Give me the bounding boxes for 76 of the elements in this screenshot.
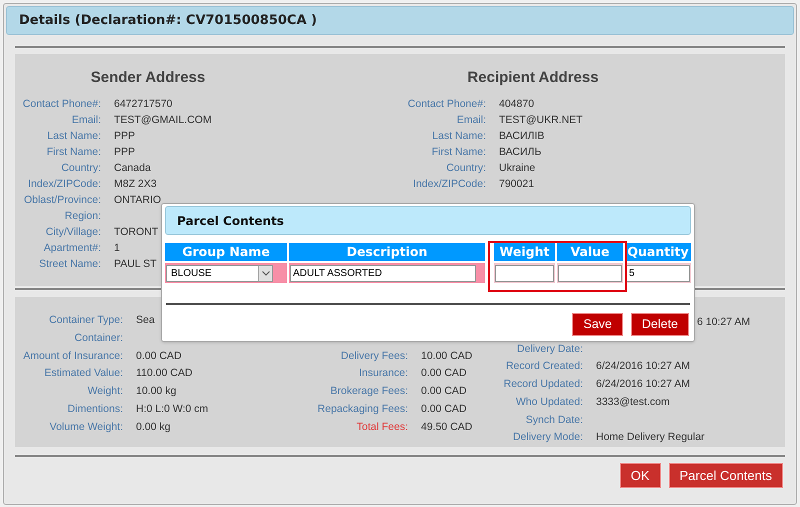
field-value: 0.00 CAD — [421, 384, 467, 400]
field-value: TORONT — [114, 225, 158, 240]
field-value: ONTARIO — [114, 193, 162, 208]
field-value: 3333@test.com — [596, 394, 670, 410]
field-label: Index/ZIPCode: — [28, 178, 101, 190]
field-value: PAUL ST — [114, 257, 157, 272]
dialog-title: Details (Declaration#: CV701500850CA ) — [19, 12, 317, 30]
field-label: Region: — [64, 210, 101, 222]
column-header: Group Name — [165, 243, 287, 261]
column-header: Weight — [494, 243, 555, 261]
field-value: 10.00 kg — [136, 384, 176, 400]
field-label: Street Name: — [39, 258, 101, 270]
field-value: 6/24/2016 10:27 AM — [596, 359, 690, 374]
field-label: Total Fees: — [356, 420, 408, 433]
field-value: 0.00 CAD — [421, 402, 467, 417]
field-label: Dimentions: — [68, 403, 123, 415]
field-value: 110.00 CAD — [136, 366, 192, 382]
column-header: Value — [557, 243, 623, 261]
field-value: 0.00 kg — [136, 420, 170, 435]
field-label: Who Updated: — [516, 396, 583, 408]
field-label: City/Village: — [46, 226, 101, 238]
field-label: Apartment#: — [44, 242, 101, 254]
field-label: Weight: — [88, 385, 123, 398]
field-value: Home Delivery Regular — [596, 430, 705, 446]
field-value: TEST@UKR.NET — [499, 113, 583, 128]
field-label: Delivery Mode: — [512, 431, 583, 444]
field-value: Ukraine — [499, 161, 536, 176]
field-label: Contact Phone#: — [408, 98, 486, 110]
field-value: 790021 — [499, 177, 534, 192]
section-heading: Sender Address — [90, 69, 206, 86]
field-value: 49.50 CAD — [421, 420, 472, 435]
field-label: Synch Date: — [526, 414, 583, 426]
field-value: Sea — [136, 313, 155, 328]
field-value: 1 — [114, 241, 120, 256]
field-value: H:0 L:0 W:0 cm — [136, 402, 208, 417]
field-label: Country: — [446, 162, 486, 174]
field-label: Email: — [72, 114, 101, 126]
field-label: Last Name: — [432, 130, 486, 142]
field-label: Last Name: — [47, 130, 101, 142]
field-value: ВАСИЛЬ — [499, 145, 542, 160]
field-value: Canada — [114, 161, 151, 176]
field-value: 0.00 CAD — [136, 348, 182, 364]
field-label: Index/ZIPCode: — [413, 178, 486, 190]
field-value: PPP — [114, 129, 136, 144]
field-label: Delivery Date: — [517, 342, 583, 355]
field-label: Country: — [61, 162, 101, 174]
field-label: Email: — [456, 114, 486, 126]
section-heading: Recipient Address — [467, 69, 599, 86]
field-value: M8Z 2X3 — [114, 177, 157, 192]
field-value: 0.00 CAD — [421, 366, 467, 382]
field-label: First Name: — [432, 146, 486, 158]
field-label: Brokerage Fees: — [330, 385, 408, 398]
field-label: Contact Phone#: — [22, 98, 101, 110]
field-label: Oblast/Province: — [24, 194, 101, 206]
field-value: 10.00 CAD — [421, 348, 472, 364]
column-header: Description — [289, 243, 485, 261]
parcel-title: Parcel Contents — [177, 212, 284, 230]
field-value: PPP — [114, 145, 136, 160]
field-label: Container Type: — [49, 314, 123, 326]
field-value: TEST@GMAIL.COM — [114, 113, 212, 128]
field-label: Record Created: — [506, 360, 583, 372]
field-value: 6/24/2016 10:27 AM — [596, 377, 690, 392]
field-value: 404870 — [499, 97, 534, 112]
field-label: Estimated Value: — [44, 367, 123, 380]
field-label: Container: — [74, 332, 123, 344]
column-header: Quantity — [625, 243, 691, 261]
field-value: ВАСИЛІВ — [499, 129, 544, 144]
field-label: First Name: — [46, 146, 101, 158]
field-value: 6 10:27 AM — [697, 314, 750, 330]
field-label: Insurance: — [358, 367, 408, 380]
field-value: 6472717570 — [114, 97, 172, 112]
field-label: Volume Weight: — [50, 420, 123, 433]
field-label: Repackaging Fees: — [318, 403, 408, 415]
field-label: Amount of Insurance: — [23, 350, 123, 362]
field-label: Delivery Fees: — [340, 350, 408, 362]
field-label: Record Updated: — [504, 378, 583, 390]
